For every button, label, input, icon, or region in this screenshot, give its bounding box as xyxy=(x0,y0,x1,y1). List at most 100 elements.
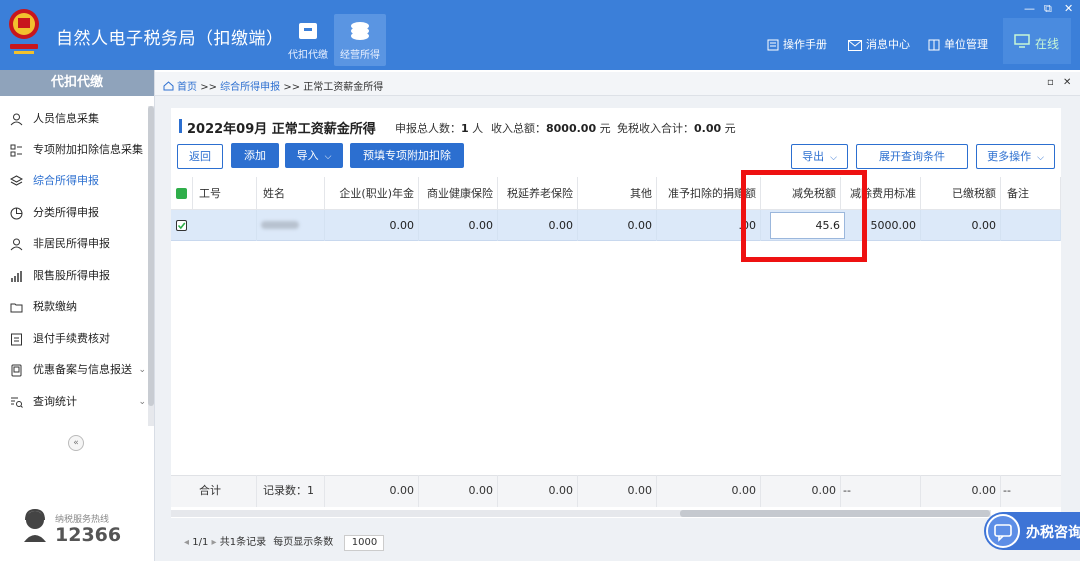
nav-tab-withholding[interactable]: 代扣代缴 xyxy=(282,14,334,66)
next-page-icon[interactable]: ▸ xyxy=(212,537,217,548)
chevron-down-icon: ⌄ xyxy=(138,397,146,407)
table-horizontal-scrollbar-thumb[interactable] xyxy=(680,510,990,517)
header-remark: 备注 xyxy=(1001,177,1061,210)
headset-icon xyxy=(24,508,46,542)
more-actions-button[interactable]: 更多操作 ⌵ xyxy=(976,144,1055,169)
cell-other[interactable]: 0.00 xyxy=(578,210,657,241)
page-title: 2022年09月 正常工资薪金所得 xyxy=(187,122,376,137)
person-icon xyxy=(10,238,23,251)
nav-tab-label: 代扣代缴 xyxy=(288,50,328,61)
row-checkbox[interactable] xyxy=(176,220,187,231)
footer-record-count: 记录数：1 xyxy=(257,475,325,507)
footer-deductible-donation: 0.00 xyxy=(657,475,761,507)
footer-health-insurance: 0.00 xyxy=(419,475,498,507)
prev-page-icon[interactable]: ◂ xyxy=(184,537,189,548)
export-button[interactable]: 导出 ⌵ xyxy=(791,144,848,169)
close-button[interactable]: ✕ xyxy=(1064,2,1073,15)
chevron-down-icon: ⌄ xyxy=(138,365,146,375)
header-other: 其他 xyxy=(578,177,657,210)
footer-total-label: 合计 xyxy=(193,475,257,507)
briefcase-icon xyxy=(299,23,317,39)
sidebar: 代扣代缴 人员信息采集 专项附加扣除信息采集 综合所得申报 分类所得申报 非居民… xyxy=(0,70,155,561)
sidebar-item-restricted-shares[interactable]: 限售股所得申报 xyxy=(0,262,148,290)
chat-icon xyxy=(986,514,1020,548)
chevron-down-icon: ⌵ xyxy=(324,152,332,162)
chevron-down-icon: ⌵ xyxy=(1037,153,1044,163)
tax-consult-label: 办税咨询 xyxy=(1026,525,1080,541)
message-center-label: 消息中心 xyxy=(866,38,910,51)
sidebar-item-label: 分类所得申报 xyxy=(33,206,99,219)
folder-icon xyxy=(10,303,23,313)
app-title: 自然人电子税务局（扣缴端） xyxy=(56,29,284,49)
cell-tax-deferred-pension[interactable]: 0.00 xyxy=(498,210,578,241)
footer-paid-tax: 0.00 xyxy=(921,475,1001,507)
sidebar-item-personnel-info[interactable]: 人员信息采集 xyxy=(0,105,148,133)
header-tax-deferred-pension: 税延养老保险 xyxy=(498,177,578,210)
sidebar-scrollbar-thumb[interactable] xyxy=(148,106,154,406)
page-indicator: 1/1 xyxy=(192,537,209,548)
cell-remark[interactable] xyxy=(1001,210,1061,241)
cell-employee-id[interactable] xyxy=(193,210,257,241)
sidebar-item-comprehensive-income[interactable]: 综合所得申报 xyxy=(0,167,148,195)
collapse-sidebar-button[interactable]: « xyxy=(68,435,84,451)
header-paid-tax: 已缴税额 xyxy=(921,177,1001,210)
header-name: 姓名 xyxy=(257,177,325,210)
expand-query-button[interactable]: 展开查询条件 xyxy=(856,144,968,169)
header-select-all[interactable] xyxy=(171,177,193,210)
footer-other: 0.00 xyxy=(578,475,657,507)
sidebar-item-refund-fee-check[interactable]: 退付手续费核对 xyxy=(0,325,148,353)
sidebar-item-special-deduction[interactable]: 专项附加扣除信息采集 xyxy=(0,136,148,164)
select-all-checkbox[interactable] xyxy=(176,188,187,207)
pie-icon xyxy=(10,207,23,220)
sidebar-item-preferential-filing[interactable]: 优惠备案与信息报送 ⌄ xyxy=(0,356,148,384)
check-icon xyxy=(177,199,186,207)
main-content: 2022年09月 正常工资薪金所得 申报总人数：1 人 收入总额：8000.00… xyxy=(155,96,1080,561)
per-page-input[interactable]: 1000 xyxy=(344,535,385,551)
cell-paid-tax[interactable]: 0.00 xyxy=(921,210,1001,241)
bar-chart-icon xyxy=(11,271,22,282)
sidebar-item-label: 人员信息采集 xyxy=(33,112,99,125)
sidebar-item-nonresident-income[interactable]: 非居民所得申报 xyxy=(0,230,148,258)
online-status[interactable]: 在线 xyxy=(1003,18,1071,64)
manual-link[interactable]: 操作手册 xyxy=(767,36,827,52)
sidebar-item-label: 优惠备案与信息报送 xyxy=(33,363,132,376)
doc-icon xyxy=(11,333,22,346)
prefill-special-deduction-button[interactable]: 预填专项附加扣除 xyxy=(350,143,464,168)
header-health-insurance: 商业健康保险 xyxy=(419,177,498,210)
sidebar-item-query-stats[interactable]: 查询统计 ⌄ xyxy=(0,388,148,416)
cell-health-insurance[interactable]: 0.00 xyxy=(419,210,498,241)
footer-tax-reduction: 0.00 xyxy=(761,475,841,507)
sidebar-item-label: 非居民所得申报 xyxy=(33,237,110,250)
unit-management-label: 单位管理 xyxy=(944,38,988,51)
title-accent-bar xyxy=(179,119,182,133)
layers-icon xyxy=(10,175,23,186)
pagination: ◂ 1/1 ▸ 共1条记录 每页显示条数 1000 xyxy=(184,533,385,551)
restore-panel-button[interactable]: ▫ xyxy=(1047,77,1054,88)
breadcrumb-parent[interactable]: 综合所得申报 xyxy=(220,82,280,93)
person-icon xyxy=(10,113,23,126)
nav-tab-business-income[interactable]: 经营所得 xyxy=(334,14,386,66)
unit-management-link[interactable]: 单位管理 xyxy=(928,36,988,52)
monitor-icon xyxy=(1014,34,1030,48)
breadcrumb-home[interactable]: 首页 xyxy=(177,82,197,93)
manual-label: 操作手册 xyxy=(783,38,827,51)
add-button[interactable]: 添加 xyxy=(231,143,279,168)
close-panel-button[interactable]: ✕ xyxy=(1063,77,1071,88)
sidebar-header: 代扣代缴 xyxy=(0,70,154,96)
sidebar-item-classified-income[interactable]: 分类所得申报 xyxy=(0,199,148,227)
online-status-label: 在线 xyxy=(1035,37,1060,51)
import-button[interactable]: 导入 ⌵ xyxy=(285,143,343,168)
sidebar-item-tax-payment[interactable]: 税款缴纳 xyxy=(0,293,148,321)
tax-consult-button[interactable]: 办税咨询 xyxy=(984,512,1080,550)
sidebar-item-label: 综合所得申报 xyxy=(33,174,99,187)
cell-annuity[interactable]: 0.00 xyxy=(325,210,419,241)
minimize-button[interactable]: — xyxy=(1024,2,1035,15)
maximize-button[interactable]: ⧉ xyxy=(1044,2,1052,16)
back-button[interactable]: 返回 xyxy=(177,144,223,169)
message-center-link[interactable]: 消息中心 xyxy=(848,36,910,52)
hotline-number: 12366 xyxy=(55,524,122,546)
total-records: 共1条记录 xyxy=(219,537,267,548)
breadcrumb-current: 正常工资薪金所得 xyxy=(303,82,384,93)
coins-icon xyxy=(351,22,369,40)
declared-count: 申报总人数：1 人 xyxy=(395,122,484,135)
